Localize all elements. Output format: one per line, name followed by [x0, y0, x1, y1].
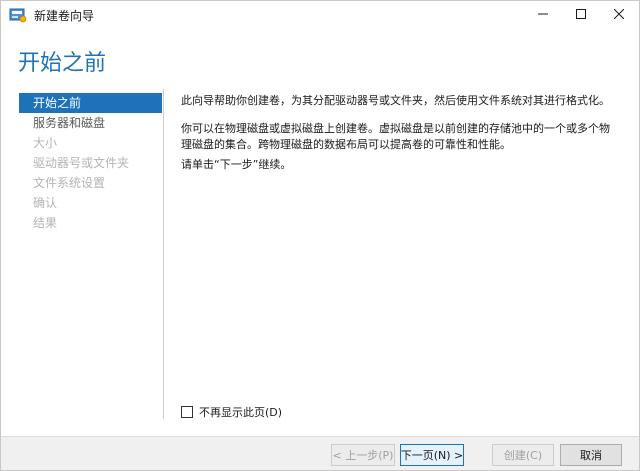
- nav-divider: [163, 89, 164, 419]
- skip-page-checkbox[interactable]: [181, 406, 193, 418]
- step-navigation: 开始之前 服务器和磁盘 大小 驱动器号或文件夹 文件系统设置 确认 结果: [19, 93, 163, 423]
- maximize-icon: [576, 8, 586, 22]
- nav-item-results: 结果: [33, 216, 58, 230]
- wizard-body: 开始之前 服务器和磁盘 大小 驱动器号或文件夹 文件系统设置 确认 结果 此向导…: [1, 85, 639, 436]
- skip-page-option[interactable]: 不再显示此页(D): [181, 404, 282, 420]
- create-button[interactable]: 创建(C): [492, 444, 554, 466]
- page-title: 开始之前: [18, 51, 107, 76]
- title-bar[interactable]: 新建卷向导: [1, 1, 639, 29]
- maximize-button[interactable]: [560, 1, 602, 29]
- nav-item-file-system-settings: 文件系统设置: [33, 176, 106, 190]
- description-paragraph: 你可以在物理磁盘或虚拟磁盘上创建卷。虚拟磁盘是以前创建的存储池中的一个或多个物理…: [181, 122, 610, 151]
- next-button[interactable]: 下一页(N) >: [400, 444, 464, 466]
- page-header: 开始之前: [1, 29, 639, 85]
- intro-paragraph: 此向导帮助你创建卷，为其分配驱动器号或文件夹，然后使用文件系统对其进行格式化。: [181, 94, 610, 107]
- close-icon: [613, 8, 625, 22]
- minimize-icon: [538, 8, 548, 22]
- nav-item-confirmation: 确认: [33, 196, 58, 210]
- nav-item-server-and-disk[interactable]: 服务器和磁盘: [19, 113, 162, 133]
- minimize-button[interactable]: [522, 1, 564, 29]
- close-button[interactable]: [598, 1, 640, 29]
- wizard-window: 新建卷向导 开始之前 开始之前 服务器和磁盘 大小 驱动器号或文件夹 文件系统设…: [0, 0, 640, 471]
- button-bar: < 上一步(P) 下一页(N) > 创建(C) 取消: [1, 436, 639, 470]
- volume-wizard-icon: [9, 7, 27, 23]
- nav-item-drive-letter-or-folder: 驱动器号或文件夹: [33, 156, 130, 170]
- nav-item-size: 大小: [33, 136, 58, 150]
- continue-instruction: 请单击“下一步”继续。: [181, 158, 292, 171]
- cancel-button[interactable]: 取消: [560, 444, 622, 466]
- skip-page-label[interactable]: 不再显示此页(D): [199, 404, 282, 420]
- window-title: 新建卷向导: [34, 9, 95, 23]
- previous-button[interactable]: < 上一步(P): [331, 444, 395, 466]
- nav-item-before-you-begin[interactable]: 开始之前: [19, 93, 162, 113]
